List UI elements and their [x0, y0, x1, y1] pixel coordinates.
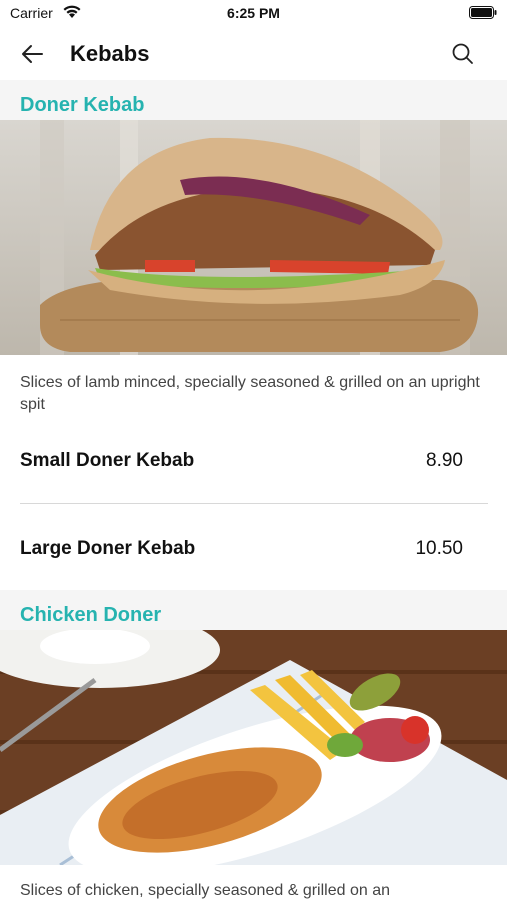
section-header-chicken-doner: Chicken Doner [0, 590, 507, 630]
item-name: Large Doner Kebab [20, 538, 196, 559]
section-header-doner-kebab: Doner Kebab [0, 80, 507, 120]
menu-item-small-doner-kebab[interactable]: Small Doner Kebab 8.90 [20, 436, 468, 484]
divider [20, 503, 488, 504]
battery-icon [469, 6, 497, 19]
doner-kebab-photo [0, 120, 507, 355]
item-price: 10.50 [415, 538, 463, 559]
section-description: Slices of lamb minced, specially seasone… [20, 374, 480, 413]
item-price: 8.90 [426, 450, 463, 471]
menu-item-large-doner-kebab[interactable]: Large Doner Kebab 10.50 [20, 524, 468, 572]
page-title: Kebabs [70, 41, 150, 66]
item-name: Small Doner Kebab [20, 450, 195, 471]
section-description: Slices of chicken, specially seasoned & … [20, 882, 390, 899]
arrow-left-icon[interactable] [18, 40, 46, 68]
nav-bar: Kebabs [0, 28, 507, 80]
status-time: 6:25 PM [227, 5, 280, 21]
chicken-doner-photo [0, 630, 507, 865]
section-title: Doner Kebab [20, 94, 145, 116]
section-title: Chicken Doner [20, 604, 162, 626]
status-bar: Carrier 6:25 PM [0, 0, 507, 28]
search-icon[interactable] [449, 40, 477, 68]
